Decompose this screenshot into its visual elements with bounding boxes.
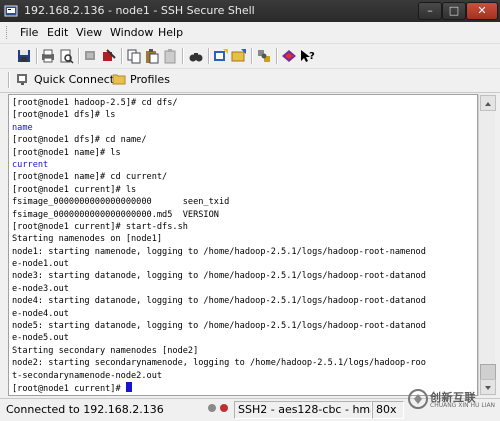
svg-text:?: ? xyxy=(309,51,315,62)
quick-connect-label: Quick Connect xyxy=(34,73,115,86)
ssh-client-window: 192.168.2.136 - node1 - SSH Secure Shell… xyxy=(0,0,500,421)
menu-file[interactable]: File xyxy=(20,26,38,39)
menu-help[interactable]: Help xyxy=(158,26,183,39)
toolbar-separator xyxy=(36,48,37,64)
terminal-line: fsimage_0000000000000000000 seen_txid xyxy=(12,197,230,208)
terminal-output: [root@node1 hadoop-2.5]# cd dfs/ [root@no… xyxy=(12,97,477,394)
terminal-line: node3: starting datanode, logging to /ho… xyxy=(12,271,426,282)
toolbar: ? xyxy=(0,43,500,69)
paste-icon[interactable] xyxy=(144,48,160,64)
new-file-transfer-icon[interactable] xyxy=(231,48,247,64)
terminal-line: [root@node1 dfs]# ls xyxy=(12,110,116,121)
toolbar-separator xyxy=(276,48,277,64)
terminal-line: node5: starting datanode, logging to /ho… xyxy=(12,321,426,332)
arrow-up-icon xyxy=(485,102,491,106)
terminal-area[interactable]: [root@node1 hadoop-2.5]# cd dfs/ [root@no… xyxy=(8,94,478,396)
new-terminal-icon[interactable] xyxy=(213,48,229,64)
terminal-line: current xyxy=(12,159,49,170)
terminal-line: t-secondarynamenode-node2.out xyxy=(12,370,163,381)
menu-grip xyxy=(6,26,10,39)
disconnect-icon[interactable] xyxy=(83,48,99,64)
ssh-app-icon xyxy=(4,5,18,17)
toolbar-separator xyxy=(78,48,79,64)
profiles-button[interactable]: Profiles xyxy=(112,71,172,89)
watermark-logo: 创新互联 CHUANG XIN HU LIAN xyxy=(408,385,498,415)
brand-logo-icon xyxy=(408,389,428,409)
context-help-icon[interactable]: ? xyxy=(299,48,315,64)
profile-settings-icon[interactable] xyxy=(101,48,117,64)
watermark-subtitle: CHUANG XIN HU LIAN xyxy=(430,402,496,409)
help-book-icon[interactable] xyxy=(281,48,297,64)
terminal-line: node2: starting secondarynamenode, loggi… xyxy=(12,358,426,369)
toolbar-separator xyxy=(208,48,209,64)
save-icon[interactable] xyxy=(16,48,32,64)
folder-icon xyxy=(112,74,126,85)
terminal-line: e-node5.out xyxy=(12,333,69,344)
close-button[interactable]: ✕ xyxy=(466,2,498,20)
terminal-scrollbar[interactable] xyxy=(478,94,496,396)
menu-view[interactable]: View xyxy=(76,26,102,39)
toolbar-separator xyxy=(121,48,122,64)
terminal-line: [root@node1 hadoop-2.5]# cd dfs/ xyxy=(12,98,178,108)
profiles-label: Profiles xyxy=(130,73,170,86)
find-icon[interactable] xyxy=(188,48,204,64)
terminal-line: Starting namenodes on [node1] xyxy=(12,234,163,245)
maximize-button[interactable]: □ xyxy=(442,2,466,20)
title-bar[interactable]: 192.168.2.136 - node1 - SSH Secure Shell… xyxy=(0,0,500,22)
toolbar-separator xyxy=(182,48,183,64)
menu-window[interactable]: Window xyxy=(110,26,153,39)
profiles-bar: Quick Connect Profiles xyxy=(0,68,500,93)
terminal-line: fsimage_0000000000000000000.md5 VERSION xyxy=(12,209,219,220)
terminal-line: e-node4.out xyxy=(12,308,69,319)
print-icon[interactable] xyxy=(40,48,56,64)
menu-edit[interactable]: Edit xyxy=(47,26,68,39)
settings-icon[interactable] xyxy=(256,48,272,64)
terminal-line: e-node3.out xyxy=(12,283,69,294)
window-title: 192.168.2.136 - node1 - SSH Secure Shell xyxy=(24,4,255,17)
terminal-prompt: [root@node1 current]# xyxy=(12,383,126,394)
terminal-size-status: 80x xyxy=(372,401,404,419)
connection-status: Connected to 192.168.2.136 xyxy=(6,403,164,416)
cipher-status: SSH2 - aes128-cbc - hmac-md5 xyxy=(234,401,372,419)
status-indicator-icon xyxy=(220,404,228,412)
scroll-up-button[interactable] xyxy=(480,95,496,111)
toolbar-separator xyxy=(251,48,252,64)
terminal-cursor xyxy=(125,381,132,392)
quick-connect-icon xyxy=(17,74,27,85)
terminal-line: [root@node1 current]# ls xyxy=(12,184,137,195)
paste-disabled-icon[interactable] xyxy=(162,48,178,64)
toolbar-separator xyxy=(8,72,9,88)
minimize-button[interactable]: – xyxy=(418,2,442,20)
terminal-line: [root@node1 current]# start-dfs.sh xyxy=(12,221,188,232)
print-preview-icon[interactable] xyxy=(58,48,74,64)
terminal-line: node4: starting datanode, logging to /ho… xyxy=(12,296,426,307)
scroll-thumb[interactable] xyxy=(480,364,496,380)
status-indicator-icon xyxy=(208,404,216,412)
terminal-line: node1: starting namenode, logging to /ho… xyxy=(12,246,426,257)
terminal-line: name xyxy=(12,122,33,133)
copy-icon[interactable] xyxy=(126,48,142,64)
menu-bar: File Edit View Window Help xyxy=(0,22,500,43)
terminal-line: [root@node1 name]# ls xyxy=(12,147,121,158)
terminal-line: e-node1.out xyxy=(12,259,69,270)
terminal-line: [root@node1 name]# cd current/ xyxy=(12,172,168,183)
terminal-line: [root@node1 dfs]# cd name/ xyxy=(12,135,147,146)
quick-connect-button[interactable]: Quick Connect xyxy=(16,71,114,89)
terminal-line: Starting secondary namenodes [node2] xyxy=(12,345,199,356)
